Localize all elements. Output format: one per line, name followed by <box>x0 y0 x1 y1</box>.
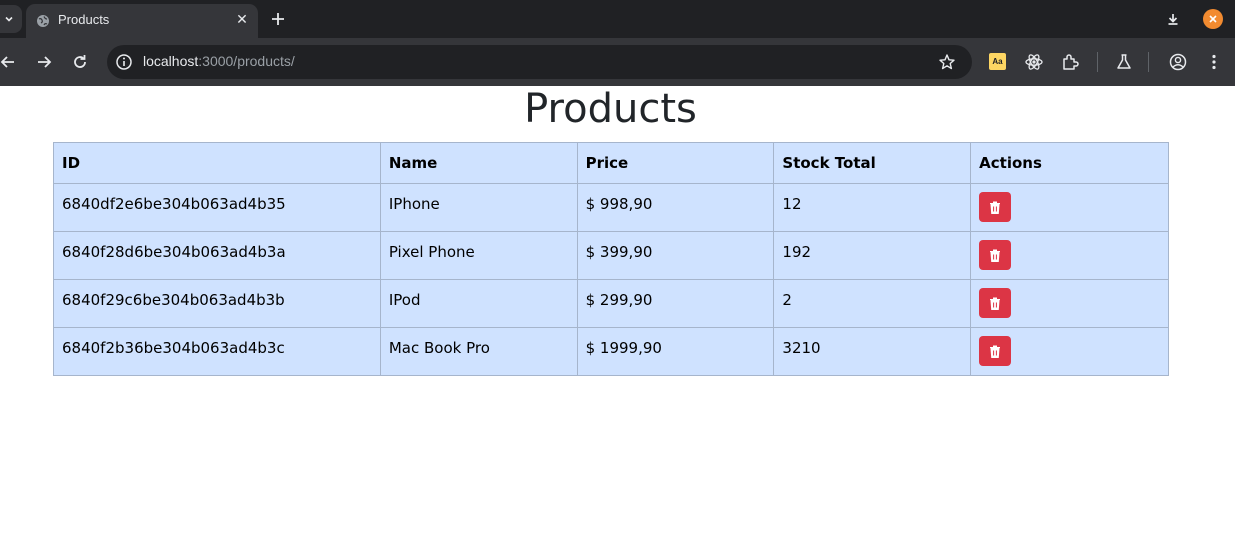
browser-toolbar: localhost:3000/products/ Aa <box>0 38 1235 86</box>
cell-stock: 2 <box>773 279 972 328</box>
cell-stock: 192 <box>773 231 972 280</box>
column-header-price: Price <box>576 142 775 184</box>
extensions-puzzle-icon[interactable] <box>1060 52 1080 72</box>
url-text[interactable]: localhost:3000/products/ <box>143 53 295 69</box>
reload-icon[interactable] <box>70 52 90 72</box>
back-icon[interactable] <box>0 52 18 72</box>
table-row: 6840df2e6be304b063ad4b35 IPhone $ 998,90… <box>53 183 1169 232</box>
dictionary-extension-icon[interactable]: Aa <box>989 53 1006 70</box>
tab-strip: Products ✕ <box>0 0 1235 38</box>
cell-price: $ 399,90 <box>576 231 775 280</box>
table-row: 6840f29c6be304b063ad4b3b IPod $ 299,90 2 <box>53 279 1169 328</box>
trash-icon <box>990 297 1001 310</box>
react-devtools-icon[interactable] <box>1024 52 1044 72</box>
x-icon <box>1209 15 1217 23</box>
tab-list-button[interactable] <box>0 5 22 33</box>
bookmark-star-icon[interactable] <box>938 53 956 71</box>
url-host: localhost <box>143 53 199 69</box>
delete-button[interactable] <box>979 192 1012 222</box>
table-row: 6840f2b36be304b063ad4b3c Mac Book Pro $ … <box>53 327 1169 376</box>
cell-id: 6840f2b36be304b063ad4b3c <box>53 327 381 376</box>
cell-price: $ 1999,90 <box>576 327 775 376</box>
new-tab-icon[interactable] <box>268 9 288 29</box>
globe-icon <box>37 15 49 27</box>
labs-flask-icon[interactable] <box>1114 52 1134 72</box>
cell-name: IPod <box>379 279 578 328</box>
toolbar-divider <box>1097 52 1098 72</box>
cell-id: 6840df2e6be304b063ad4b35 <box>53 183 381 232</box>
cell-actions <box>970 231 1169 280</box>
delete-button[interactable] <box>979 240 1012 270</box>
page-title: Products <box>524 86 697 132</box>
cell-name: Mac Book Pro <box>379 327 578 376</box>
site-info-icon[interactable] <box>115 53 133 71</box>
cell-stock: 12 <box>773 183 972 232</box>
cell-id: 6840f28d6be304b063ad4b3a <box>53 231 381 280</box>
cell-price: $ 299,90 <box>576 279 775 328</box>
toolbar-divider <box>1148 52 1149 72</box>
table-row: 6840f28d6be304b063ad4b3a Pixel Phone $ 3… <box>53 231 1169 280</box>
column-header-id: ID <box>53 142 381 184</box>
tab-products[interactable]: Products ✕ <box>26 4 258 38</box>
tab-title: Products <box>58 12 110 27</box>
chevron-down-icon <box>5 16 13 22</box>
products-table: ID Name Price Stock Total Actions 6840df… <box>53 142 1169 376</box>
close-window-icon[interactable] <box>1203 9 1223 29</box>
cell-stock: 3210 <box>773 327 972 376</box>
column-header-name: Name <box>379 142 578 184</box>
close-icon[interactable]: ✕ <box>234 12 250 28</box>
cell-actions <box>970 327 1169 376</box>
trash-icon <box>990 201 1001 214</box>
table-header-row: ID Name Price Stock Total Actions <box>53 142 1169 184</box>
column-header-stock: Stock Total <box>773 142 972 184</box>
trash-icon <box>990 345 1001 358</box>
column-header-actions: Actions <box>970 142 1169 184</box>
download-icon[interactable] <box>1165 11 1181 27</box>
cell-name: IPhone <box>379 183 578 232</box>
cell-actions <box>970 279 1169 328</box>
cell-actions <box>970 183 1169 232</box>
cell-price: $ 998,90 <box>576 183 775 232</box>
more-menu-icon[interactable] <box>1204 52 1224 72</box>
cell-name: Pixel Phone <box>379 231 578 280</box>
forward-icon[interactable] <box>34 52 54 72</box>
delete-button[interactable] <box>979 288 1012 318</box>
delete-button[interactable] <box>979 336 1012 366</box>
trash-icon <box>990 249 1001 262</box>
profile-avatar-icon[interactable] <box>1168 52 1188 72</box>
address-bar[interactable]: localhost:3000/products/ <box>107 45 972 79</box>
url-path: :3000/products/ <box>198 53 295 69</box>
cell-id: 6840f29c6be304b063ad4b3b <box>53 279 381 328</box>
